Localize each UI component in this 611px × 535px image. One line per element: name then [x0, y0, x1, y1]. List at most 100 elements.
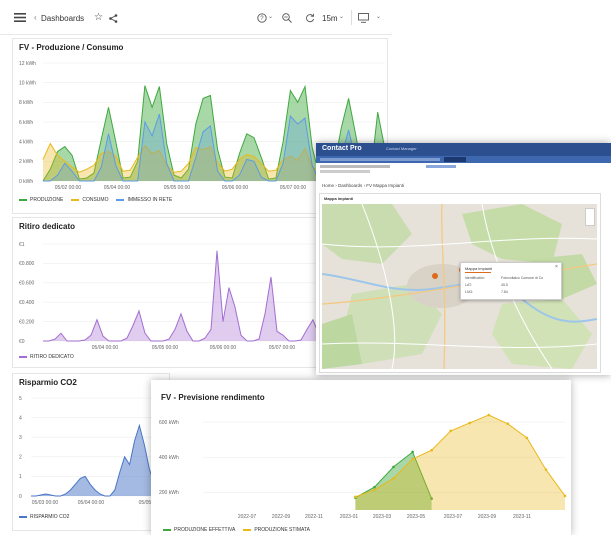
info-line: [320, 170, 370, 173]
x-tick-label: 05/05 00:00: [152, 345, 179, 351]
zoom-out-icon[interactable]: [282, 13, 292, 23]
share-icon[interactable]: [109, 14, 118, 23]
y-tick-label: €0.200: [19, 319, 35, 325]
zoom-control[interactable]: [585, 208, 595, 226]
y-tick-label: 600 kWh: [159, 420, 179, 426]
data-point: [487, 413, 491, 417]
y-tick-label: 10 kWh: [19, 80, 36, 86]
popup-close-icon[interactable]: ×: [555, 264, 558, 270]
panel-title: FV - Previsione rendimento: [161, 393, 265, 402]
series-area-0: [31, 425, 169, 496]
refresh-icon[interactable]: [305, 13, 315, 23]
map-marker[interactable]: [432, 273, 438, 279]
x-tick-label: 2022-11: [305, 514, 323, 520]
x-tick-label: 05/04 00:00: [104, 185, 131, 191]
y-tick-label: 4 kWh: [19, 139, 33, 145]
legend-item-stimata[interactable]: PRODUZIONE STIMATA: [243, 527, 310, 533]
legend-item-ritiro[interactable]: RITIRO DEDICATO: [19, 354, 74, 360]
refresh-interval[interactable]: 15m: [322, 14, 338, 23]
x-tick-label: 05/04 00:00: [78, 500, 105, 506]
y-tick-label: 3: [19, 435, 22, 441]
data-point: [430, 448, 433, 452]
legend-item-consumo[interactable]: CONSUMO: [71, 197, 108, 203]
app-subtitle: Contact Manager: [386, 146, 417, 151]
data-point: [392, 477, 395, 480]
panel-title: Risparmio CO2: [19, 378, 77, 387]
legend-item-produzione[interactable]: PRODUZIONE: [19, 197, 63, 203]
y-tick-label: 2 kWh: [19, 159, 33, 165]
legend-item-co2[interactable]: RISPARMIO CO2: [19, 514, 69, 520]
x-tick-label: 2023-11: [513, 514, 531, 520]
map-breadcrumb[interactable]: Home › Dashboards › FV Mappa Impianti: [322, 183, 404, 188]
map-panel: Mappa impianti Mappa impianti Identifica…: [319, 193, 601, 373]
x-tick-label: 05/04 00:00: [92, 345, 119, 351]
data-point: [525, 436, 529, 440]
star-icon[interactable]: ☆: [94, 12, 103, 23]
x-tick-label: 2023-07: [444, 514, 463, 520]
divider: [351, 10, 352, 25]
data-point: [373, 485, 376, 489]
y-tick-label: 0 kWh: [19, 179, 33, 185]
map-panel-title: Mappa impianti: [324, 196, 354, 201]
forecast-legend: PRODUZIONE EFFETTIVA PRODUZIONE STIMATA: [163, 527, 310, 533]
series-area-1: [355, 415, 565, 510]
y-tick-label: €0.600: [19, 281, 35, 287]
map-popup: Mappa impianti Identificativo Fotovoltai…: [460, 262, 562, 300]
y-tick-label: 200 kWh: [159, 490, 179, 496]
panel-title: FV - Produzione / Consumo: [19, 43, 124, 52]
x-tick-label: 05/05 00:00: [164, 185, 191, 191]
popup-value: 45.5: [501, 283, 508, 287]
x-tick-label: 05/03 00:00: [32, 500, 59, 506]
data-point: [392, 465, 395, 469]
x-tick-label: 2023-03: [373, 514, 392, 520]
chevron-left-icon[interactable]: ‹: [34, 13, 37, 22]
topbar-border: [0, 34, 392, 35]
panel-title: Ritiro dedicato: [19, 222, 76, 231]
monitor-icon[interactable]: [358, 13, 369, 23]
legend-item-immesso[interactable]: IMMESSO IN RETE: [116, 197, 172, 203]
interval-chevron-icon[interactable]: ⌄: [339, 13, 344, 20]
data-point: [544, 468, 548, 471]
x-tick-label: 2023-01: [340, 514, 359, 520]
app-name: Contact Pro: [322, 145, 362, 152]
forecast-panel: FV - Previsione rendimento 200 kWh 400 kW…: [151, 380, 571, 535]
info-link[interactable]: [426, 165, 456, 168]
x-tick-label: 2022-07: [238, 514, 257, 520]
y-tick-label: €0: [19, 339, 25, 345]
x-tick-label: 05/07 00:00: [269, 345, 296, 351]
hamburger-icon[interactable]: [14, 13, 26, 22]
y-tick-label: 5: [19, 396, 22, 402]
data-point: [563, 494, 567, 498]
svg-text:?: ?: [260, 16, 264, 22]
x-tick-label: 05/02 00:00: [55, 185, 82, 191]
monitor-chevron-icon[interactable]: ⌄: [376, 13, 381, 20]
x-tick-label: 05/06 00:00: [222, 185, 249, 191]
co2-panel: Risparmio CO2 0 1 2 3 4 5 05/03 00:00 05/04 00:…: [12, 373, 170, 531]
top-bar: ‹ Dashboards ☆ ? ⌄ 15m ⌄ ⌄: [0, 0, 392, 34]
breadcrumb[interactable]: Dashboards: [41, 14, 84, 23]
y-tick-label: 400 kWh: [159, 455, 179, 461]
data-point: [506, 422, 510, 426]
y-tick-label: 0: [19, 494, 22, 500]
ritiro-legend: RITIRO DEDICATO: [19, 354, 74, 360]
x-tick-label: 2023-09: [478, 514, 497, 520]
co2-chart: 01234505/03 00:00 05/04 00:00 05/05 0: [19, 396, 169, 506]
production-legend: PRODUZIONE CONSUMO IMMESSO IN RETE: [19, 197, 172, 203]
y-tick-label: 2: [19, 455, 22, 461]
y-tick-label: €1: [19, 242, 25, 248]
app-header: Contact Pro Contact Manager: [316, 143, 611, 156]
chevron-down-icon[interactable]: ⌄: [268, 13, 273, 20]
data-point: [354, 495, 357, 499]
x-tick-label: 2022-09: [272, 514, 291, 520]
data-point: [411, 457, 414, 461]
y-tick-label: 6 kWh: [19, 120, 33, 126]
x-tick-label: 2023-05: [407, 514, 426, 520]
y-tick-label: 8 kWh: [19, 100, 33, 106]
y-tick-label: 4: [19, 415, 22, 421]
popup-key: Identificativo: [465, 276, 485, 280]
popup-key: LAT:: [465, 283, 472, 287]
help-circle-icon[interactable]: ?: [257, 13, 267, 23]
popup-value: Fotovoltaico Comune di Co: [501, 276, 544, 280]
co2-legend: RISPARMIO CO2: [19, 514, 69, 520]
legend-item-effettiva[interactable]: PRODUZIONE EFFETTIVA: [163, 527, 235, 533]
